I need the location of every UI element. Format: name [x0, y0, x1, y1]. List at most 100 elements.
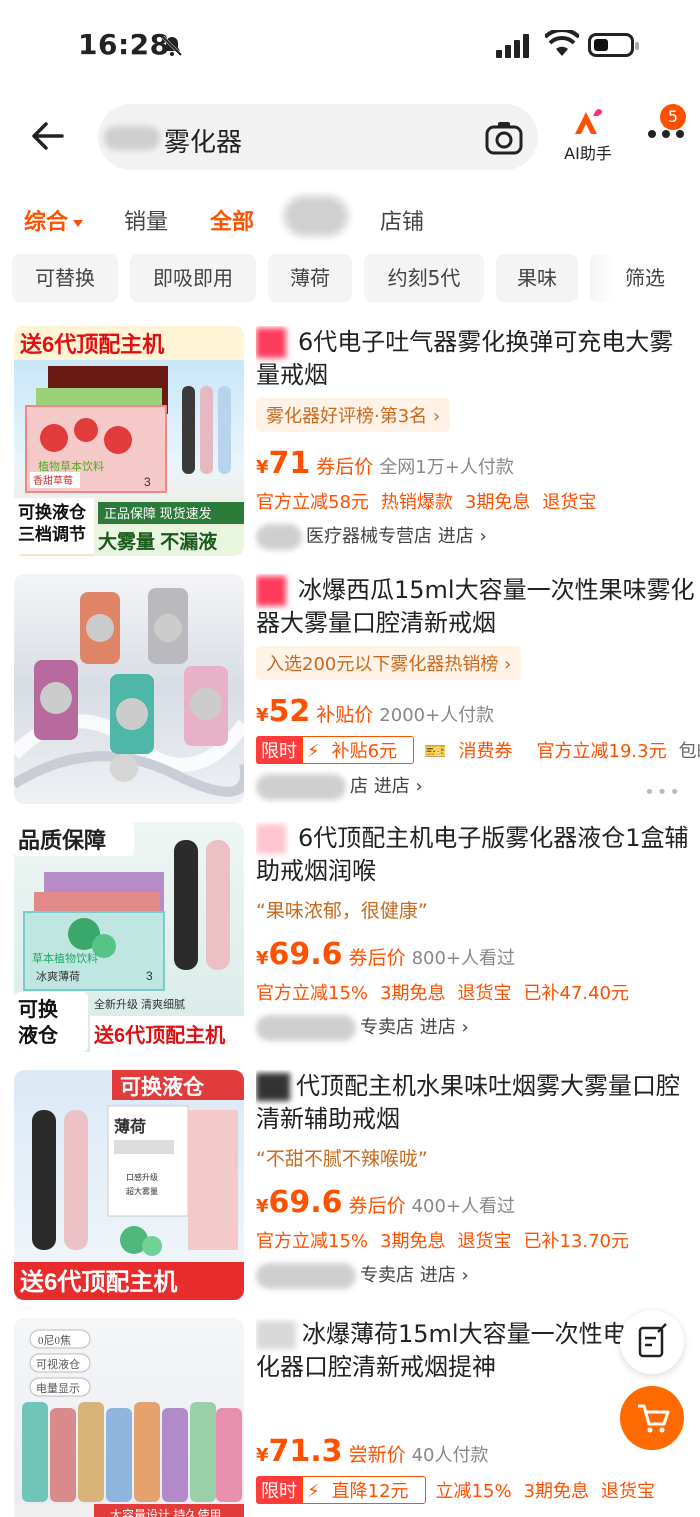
enter-shop-link[interactable]: 进店 › — [420, 1017, 469, 1038]
view-count: 400+人看过 — [411, 1196, 516, 1217]
img-box-label: 植物草本饮料 — [38, 459, 104, 473]
back-arrow-icon[interactable] — [30, 118, 66, 154]
product-card[interactable]: 冰爆西瓜15ml大容量一次性果味雾化器大雾量口腔清新戒烟 入选200元以下雾化器… — [0, 574, 700, 822]
img-banner: 送6代顶配主机 — [20, 332, 164, 357]
filter-all[interactable]: 全部 — [210, 204, 254, 236]
product-info: 冰爆西瓜15ml大容量一次性果味雾化器大雾量口腔清新戒烟 入选200元以下雾化器… — [256, 574, 700, 803]
subsidy-tag: ⚡ 直降12元 — [302, 1476, 426, 1504]
promo-tag: 退货宝 — [601, 1481, 656, 1502]
img-feature-1: 口感升级 — [126, 1172, 158, 1182]
subsidy-tag: ⚡ 补贴6元 — [302, 736, 415, 764]
chip-gen5[interactable]: 约刻5代 — [364, 254, 484, 302]
price-line: ¥69.6 券后价 800+人看过 — [256, 937, 696, 973]
rank-badge[interactable]: 雾化器好评榜·第3名 › — [256, 398, 451, 432]
shop-row[interactable]: 专卖店 进店 › — [256, 1261, 696, 1291]
product-card[interactable]: 0尼0焦 可视液仓 电量显示 大容量设计 持久使用 冰爆薄荷15ml大容量一次性… — [0, 1318, 700, 1517]
shop-row[interactable]: 专卖店 进店 › — [256, 1013, 696, 1043]
price-label: 尝新价 — [348, 1444, 406, 1466]
sort-sales[interactable]: 销量 — [124, 204, 168, 236]
promo-tag: 官方立减15% — [256, 983, 369, 1004]
subsidy-text: 直降12元 — [331, 1481, 409, 1502]
img-banner: 送6代顶配主机 — [94, 1023, 225, 1047]
currency-symbol: ¥ — [256, 705, 269, 726]
promo-tag: 3期免息 — [523, 1481, 590, 1502]
limited-time-tag: 限时 — [256, 1476, 302, 1504]
img-box-label: 薄荷 — [114, 1117, 146, 1136]
price-label: 券后价 — [348, 1195, 406, 1217]
price: 69.6 — [268, 1185, 343, 1220]
product-card[interactable]: 品质保障 草本植物饮料 冰爽薄荷 3 可换 液仓 全新升级 清爽细腻 送6代顶配… — [0, 822, 700, 1070]
cart-icon — [638, 1404, 670, 1433]
chip-fruit[interactable]: 果味 — [496, 254, 578, 302]
img-feature-2: 超大雾量 — [126, 1186, 158, 1196]
product-image: 可换液仓 薄荷 口感升级 超大雾量 送6代顶配主机 — [14, 1070, 244, 1300]
promo-tag: 官方立减15% — [256, 1231, 369, 1252]
shop-row[interactable]: 店 进店 › ••• — [256, 772, 696, 803]
camera-icon[interactable] — [484, 118, 524, 158]
chip-mint[interactable]: 薄荷 — [268, 254, 352, 302]
sort-comprehensive[interactable]: 综合 — [24, 204, 84, 236]
img-feature-3: 电量显示 — [36, 1382, 80, 1395]
promo-tags: 官方立减15% 3期免息 退货宝 已补13.70元 — [256, 1227, 696, 1253]
enter-shop-link[interactable]: 进店 › — [374, 776, 423, 797]
ai-assistant-label: AI助手 — [564, 144, 612, 163]
enter-shop-link[interactable]: 进店 › — [420, 1265, 469, 1286]
promo-tag: 3期免息 — [380, 1231, 446, 1252]
product-image-art: 送6代顶配主机 植物草本饮料 香甜草莓 3 可换液仓 三档调节 正品保障 现货速… — [14, 326, 244, 556]
product-image-art: 0尼0焦 可视液仓 电量显示 大容量设计 持久使用 — [14, 1329, 244, 1517]
coupon-tag: 🎫 消费券 — [424, 741, 524, 762]
img-upgrade: 全新升级 清爽细腻 — [94, 997, 185, 1011]
filter-chips: 可替换 即吸即用 薄荷 约刻5代 果味 筛选 — [0, 254, 700, 304]
subsidy-text: 补贴6元 — [331, 741, 398, 762]
sales-count: 2000+人付款 — [379, 705, 495, 726]
coupon-text: 消费券 — [458, 741, 513, 762]
img-badge-2: 液仓 — [18, 1023, 59, 1047]
price-label: 补贴价 — [316, 704, 374, 726]
promo-tags: 限时⚡ 补贴6元 🎫 消费券 官方立减19.3元包邮 — [256, 736, 700, 764]
limited-time-tag: 限时 — [256, 736, 302, 764]
signal-icon — [496, 34, 529, 58]
chip-filter[interactable]: 筛选 — [590, 254, 700, 302]
chip-replaceable[interactable]: 可替换 — [12, 254, 118, 302]
img-badge-1: 可换 — [18, 997, 59, 1021]
promo-tag: 官方立减58元 — [256, 492, 369, 513]
blurred-brand — [256, 1073, 290, 1101]
currency-symbol: ¥ — [256, 1196, 269, 1217]
blurred-sort-option[interactable] — [284, 196, 348, 236]
ai-assistant-button[interactable]: AI助手 — [556, 106, 620, 164]
img-count: 3 — [146, 969, 153, 983]
product-card[interactable]: 送6代顶配主机 植物草本饮料 香甜草莓 3 可换液仓 三档调节 正品保障 现货速… — [0, 326, 700, 574]
view-count: 800+人看过 — [411, 948, 516, 969]
img-badge-2: 三档调节 — [18, 524, 86, 544]
sort-comprehensive-label: 综合 — [24, 210, 69, 235]
more-options-icon[interactable]: ••• — [644, 782, 682, 803]
feedback-button[interactable] — [620, 1310, 684, 1374]
promo-tag: 3期免息 — [380, 983, 446, 1004]
search-input[interactable]: 雾化器 — [98, 104, 538, 170]
img-top-label: 可换液仓 — [120, 1075, 205, 1099]
product-title-text: 6代顶配主机电子版雾化器液仓1盒辅助戒烟润喉 — [256, 824, 689, 885]
product-title-text: 冰爆西瓜15ml大容量一次性果味雾化器大雾量口腔清新戒烟 — [256, 576, 695, 637]
search-header: 雾化器 AI助手 5 — [0, 100, 700, 176]
price-line: ¥71 券后价 全网1万+人付款 — [256, 446, 696, 482]
product-title-text: 6代电子吐气器雾化换弹可充电大雾量戒烟 — [256, 328, 674, 389]
img-count: 3 — [144, 475, 151, 489]
shop-name: 医疗器械专营店 — [306, 526, 432, 547]
edit-icon — [638, 1323, 667, 1358]
img-bottom-banner: 大容量设计 持久使用 — [110, 1507, 221, 1517]
promo-tag: 退货宝 — [457, 983, 512, 1004]
more-icon[interactable] — [646, 128, 686, 140]
rank-badge[interactable]: 入选200元以下雾化器热销榜 › — [256, 646, 522, 680]
product-title: 代顶配主机水果味吐烟雾大雾量口腔清新辅助戒烟 — [256, 1070, 696, 1136]
promo-tag: 热销爆款 — [380, 492, 453, 513]
chip-ready-to-use[interactable]: 即吸即用 — [130, 254, 256, 302]
sort-store[interactable]: 店铺 — [380, 204, 424, 236]
blurred-shop-name — [256, 524, 302, 550]
blurred-brand — [256, 1321, 296, 1349]
enter-shop-link[interactable]: 进店 › — [438, 526, 487, 547]
product-card[interactable]: 可换液仓 薄荷 口感升级 超大雾量 送6代顶配主机 代顶配主机水果味吐烟雾大雾量… — [0, 1070, 700, 1318]
shop-row[interactable]: 医疗器械专营店 进店 › — [256, 522, 696, 552]
product-image — [14, 574, 244, 804]
cart-button[interactable] — [620, 1386, 684, 1450]
ai-logo-icon — [575, 109, 602, 134]
